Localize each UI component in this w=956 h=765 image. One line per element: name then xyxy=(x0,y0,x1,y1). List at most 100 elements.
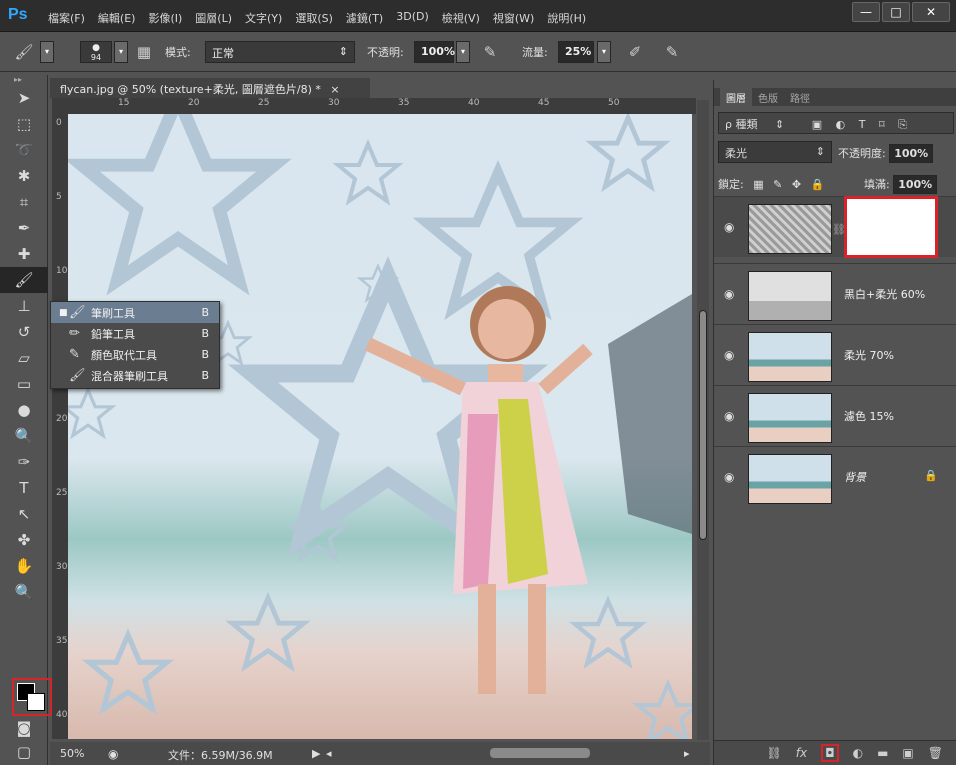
document-canvas[interactable] xyxy=(68,114,692,739)
lasso-tool-icon[interactable]: ➰ xyxy=(0,137,48,163)
menu-help[interactable]: 說明(H) xyxy=(547,10,586,26)
flyout-item-brush[interactable]: ■ 🖌 筆刷工具 B xyxy=(51,302,219,323)
brush-size-picker[interactable]: ● 94 xyxy=(80,41,112,63)
menu-3d[interactable]: 3D(D) xyxy=(396,10,429,26)
visibility-eye-icon[interactable]: ◉ xyxy=(724,220,734,234)
panel-grip[interactable]: ▸▸ xyxy=(0,75,47,85)
opacity-dropdown[interactable]: ▾ xyxy=(456,41,470,63)
screen-mode-icon[interactable]: ▢ xyxy=(0,739,48,765)
color-swatches[interactable] xyxy=(12,678,52,716)
scroll-left-icon[interactable]: ◂ xyxy=(326,747,332,760)
filter-adjustment-icon[interactable]: ◐ xyxy=(836,118,846,131)
tab-layers[interactable]: 圖層 xyxy=(720,88,752,106)
dodge-tool-icon[interactable]: 🔍 xyxy=(0,423,48,449)
path-selection-tool-icon[interactable]: ↖ xyxy=(0,501,48,527)
type-tool-icon[interactable]: T xyxy=(0,475,48,501)
blur-tool-icon[interactable]: ● xyxy=(0,397,48,423)
layer-row[interactable]: ◉ 柔光 70% xyxy=(714,324,956,385)
menu-filter[interactable]: 濾鏡(T) xyxy=(346,10,383,26)
brush-tool-icon[interactable]: 🖌 xyxy=(0,267,48,293)
lock-transparency-icon[interactable]: ▦ xyxy=(753,178,763,191)
layer-mask-thumbnail[interactable] xyxy=(844,196,938,258)
status-options-icon[interactable]: ◉ xyxy=(108,747,118,761)
maximize-button[interactable]: □ xyxy=(882,2,910,22)
brush-preset-icon[interactable]: 🖌 xyxy=(14,42,34,62)
healing-brush-tool-icon[interactable]: ✚ xyxy=(0,241,48,267)
pressure-opacity-icon[interactable]: ✎ xyxy=(480,42,500,62)
new-layer-icon[interactable]: ▣ xyxy=(902,746,913,760)
flow-field[interactable]: 25% xyxy=(558,41,594,63)
marquee-tool-icon[interactable]: ⬚ xyxy=(0,111,48,137)
visibility-eye-icon[interactable]: ◉ xyxy=(724,348,734,362)
lock-position-icon[interactable]: ✥ xyxy=(792,178,801,191)
new-group-icon[interactable]: ▬ xyxy=(877,746,888,760)
move-tool-icon[interactable]: ➤ xyxy=(0,85,48,111)
flyout-item-mixer-brush[interactable]: 🖌 混合器筆刷工具 B xyxy=(51,365,219,386)
magic-wand-tool-icon[interactable]: ✱ xyxy=(0,163,48,189)
vertical-scroll-thumb[interactable] xyxy=(699,310,707,540)
layer-name[interactable]: 背景 xyxy=(844,469,866,485)
menu-window[interactable]: 視窗(W) xyxy=(493,10,534,26)
eraser-tool-icon[interactable]: ▱ xyxy=(0,345,48,371)
minimize-button[interactable]: — xyxy=(852,2,880,22)
filter-type-icon[interactable]: T xyxy=(859,118,866,131)
opacity-field[interactable]: 100% xyxy=(414,41,455,63)
menu-select[interactable]: 選取(S) xyxy=(295,10,333,26)
menu-edit[interactable]: 編輯(E) xyxy=(98,10,136,26)
pen-tool-icon[interactable]: ✑ xyxy=(0,449,48,475)
pressure-size-icon[interactable]: ✎ xyxy=(662,42,682,62)
gradient-tool-icon[interactable]: ▭ xyxy=(0,371,48,397)
menu-type[interactable]: 文字(Y) xyxy=(245,10,282,26)
tab-paths[interactable]: 路徑 xyxy=(784,88,816,106)
airbrush-icon[interactable]: ✐ xyxy=(625,42,645,62)
layer-name[interactable]: 濾色 15% xyxy=(844,408,894,424)
flow-dropdown[interactable]: ▾ xyxy=(597,41,611,63)
background-color[interactable] xyxy=(27,693,45,711)
eyedropper-tool-icon[interactable]: ✒ xyxy=(0,215,48,241)
crop-tool-icon[interactable]: ⌗ xyxy=(0,189,48,215)
menu-file[interactable]: 檔案(F) xyxy=(48,10,85,26)
close-button[interactable]: ✕ xyxy=(912,2,950,22)
brush-size-dropdown[interactable]: ▾ xyxy=(114,41,128,63)
filter-shape-icon[interactable]: ⌑ xyxy=(879,118,885,131)
zoom-level[interactable]: 50% xyxy=(60,747,84,760)
hand-tool-icon[interactable]: ✋ xyxy=(0,553,48,579)
visibility-eye-icon[interactable]: ◉ xyxy=(724,409,734,423)
mode-select[interactable]: 正常 ⇕ xyxy=(205,41,355,63)
menu-layer[interactable]: 圖層(L) xyxy=(195,10,232,26)
horizontal-scroll-thumb[interactable] xyxy=(490,748,590,758)
link-layers-icon[interactable]: ⛓ xyxy=(767,746,782,760)
custom-shape-tool-icon[interactable]: ✤ xyxy=(0,527,48,553)
layer-filter[interactable]: ρ 種類 ⇕ ▣ ◐ T ⌑ ⎘ xyxy=(718,112,954,134)
visibility-eye-icon[interactable]: ◉ xyxy=(724,287,734,301)
menu-image[interactable]: 影像(I) xyxy=(148,10,182,26)
layer-row-background[interactable]: ◉ 背景 🔒 xyxy=(714,446,956,507)
vertical-scrollbar[interactable] xyxy=(697,100,709,740)
flyout-item-pencil[interactable]: ✏ 鉛筆工具 B xyxy=(51,323,219,344)
tool-preset-dropdown[interactable]: ▾ xyxy=(40,41,54,63)
fill-field[interactable]: 100% xyxy=(893,175,938,194)
menu-view[interactable]: 檢視(V) xyxy=(442,10,480,26)
blend-mode-select[interactable]: 柔光 ⇕ xyxy=(718,141,832,163)
layer-row[interactable]: ◉ 黑白+柔光 60% xyxy=(714,263,956,324)
history-brush-tool-icon[interactable]: ↺ xyxy=(0,319,48,345)
flyout-item-color-replace[interactable]: ✎ 顏色取代工具 B xyxy=(51,344,219,365)
fx-icon[interactable]: fx xyxy=(796,746,807,760)
lock-all-icon[interactable]: 🔒 xyxy=(811,178,825,191)
close-tab-icon[interactable]: × xyxy=(330,83,339,96)
status-menu-arrow-icon[interactable]: ▶ xyxy=(312,747,320,760)
filter-dropdown-icon[interactable]: ⇕ xyxy=(775,118,784,131)
lock-image-icon[interactable]: ✎ xyxy=(773,178,782,191)
filter-smart-object-icon[interactable]: ⎘ xyxy=(898,118,907,131)
adjustment-layer-icon[interactable]: ◐ xyxy=(853,746,863,760)
zoom-tool-icon[interactable]: 🔍 xyxy=(0,579,48,605)
layer-row[interactable]: ◉ 濾色 15% xyxy=(714,385,956,446)
quick-mask-icon[interactable]: ◙ xyxy=(0,715,48,741)
document-tab[interactable]: flycan.jpg @ 50% (texture+柔光, 圖層遮色片/8) *… xyxy=(50,78,370,98)
add-mask-icon[interactable]: ◘ xyxy=(821,744,839,762)
layer-name[interactable]: 黑白+柔光 60% xyxy=(844,286,925,302)
clone-stamp-tool-icon[interactable]: ⊥ xyxy=(0,293,48,319)
filter-pixel-icon[interactable]: ▣ xyxy=(812,118,822,131)
layer-name[interactable]: 柔光 70% xyxy=(844,347,894,363)
delete-layer-icon[interactable]: 🗑 xyxy=(928,746,943,760)
